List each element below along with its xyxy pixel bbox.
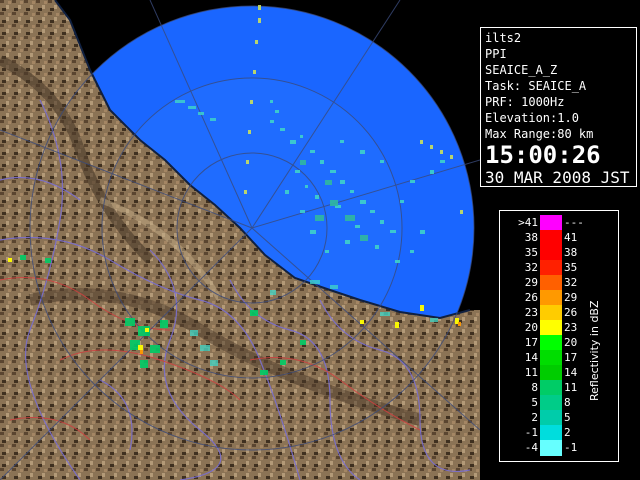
legend-color-swatch [540,335,562,351]
legend-row: 25 [500,410,618,426]
legend-color-swatch [540,305,562,321]
legend-color-swatch [540,410,562,426]
legend-color-swatch [540,350,562,366]
task-name: Task: SEAICE_A [485,79,587,93]
legend-upper-bound: --- [564,216,584,229]
legend-lower-bound: 29 [524,276,538,289]
legend-lower-bound: 17 [524,336,538,349]
legend-color-swatch [540,215,562,231]
legend-lower-bound: 38 [524,231,538,244]
legend-lower-bound: 5 [531,396,538,409]
legend-row: -1 2 [500,425,618,441]
scan-mode: PPI [485,47,507,61]
legend-row: >41 --- [500,215,618,231]
reflectivity-legend: >41 --- 38 41 35 38 32 35 29 32 26 29 23 26 20 23 17 20 14… [499,210,619,462]
legend-lower-bound: -1 [524,426,538,439]
legend-color-swatch [540,380,562,396]
legend-upper-bound: -1 [564,441,578,454]
legend-row: 35 38 [500,245,618,261]
legend-color-swatch [540,260,562,276]
legend-upper-bound: 41 [564,231,578,244]
station-name: ilts2 [485,31,522,45]
product-name: SEAICE_A_Z [485,63,558,77]
scan-time: 15:00:26 [485,141,601,169]
radar-ppi-view [0,0,480,480]
legend-color-swatch [540,245,562,261]
legend-lower-bound: 23 [524,306,538,319]
legend-lower-bound: >41 [518,216,538,229]
legend-color-swatch [540,275,562,291]
legend-upper-bound: 38 [564,246,578,259]
legend-color-swatch [540,425,562,441]
elevation-value: Elevation:1.0 [485,111,579,125]
legend-lower-bound: 8 [531,381,538,394]
legend-upper-bound: 2 [564,426,571,439]
prf-value: PRF: 1000Hz [485,95,565,109]
legend-color-swatch [540,290,562,306]
legend-color-swatch [540,440,562,456]
legend-upper-bound: 5 [564,411,571,424]
legend-lower-bound: 35 [524,246,538,259]
max-range-value: Max Range:80 km [485,127,594,141]
legend-row: -4 -1 [500,440,618,456]
legend-color-swatch [540,365,562,381]
legend-lower-bound: 2 [531,411,538,424]
legend-lower-bound: 11 [524,366,538,379]
legend-lower-bound: -4 [524,441,538,454]
scan-info-panel: ilts2 PPI SEAICE_A_Z Task: SEAICE_A PRF:… [480,27,637,187]
legend-lower-bound: 26 [524,291,538,304]
legend-color-swatch [540,320,562,336]
legend-lower-bound: 32 [524,261,538,274]
legend-lower-bound: 20 [524,321,538,334]
scan-date: 30 MAR 2008 JST [485,168,630,187]
legend-row: 38 41 [500,230,618,246]
legend-color-swatch [540,395,562,411]
legend-unit-label: Reflectivity in dBZ [588,300,601,401]
legend-lower-bound: 14 [524,351,538,364]
legend-color-swatch [540,230,562,246]
